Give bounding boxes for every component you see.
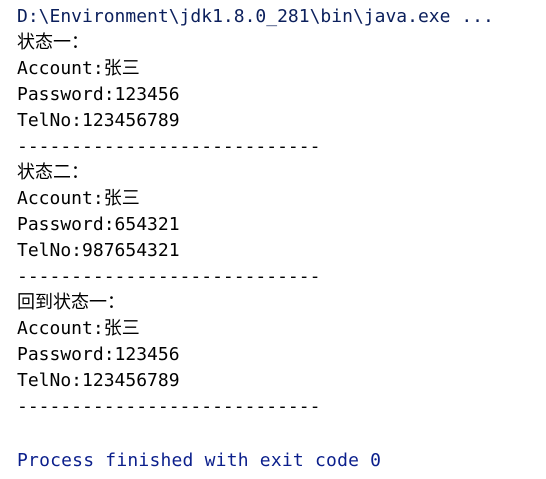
process-exit-message: Process finished with exit code 0 <box>17 450 382 471</box>
password-line: Password:123456 <box>17 84 180 105</box>
separator-line: ---------------------------- <box>17 266 321 287</box>
command-line: D:\Environment\jdk1.8.0_281\bin\java.exe… <box>17 6 494 27</box>
account-line: Account:张三 <box>17 318 140 339</box>
restore-state-header: 回到状态一： <box>17 292 125 313</box>
separator-line: ---------------------------- <box>17 136 321 157</box>
account-line: Account:张三 <box>17 58 140 79</box>
state-two-header: 状态二： <box>17 162 89 183</box>
separator-line: ---------------------------- <box>17 396 321 417</box>
password-line: Password:123456 <box>17 344 180 365</box>
telno-line: TelNo:123456789 <box>17 370 180 391</box>
telno-line: TelNo:123456789 <box>17 110 180 131</box>
console-output-panel[interactable]: D:\Environment\jdk1.8.0_281\bin\java.exe… <box>0 0 546 479</box>
state-one-header: 状态一： <box>17 32 89 53</box>
account-line: Account:张三 <box>17 188 140 209</box>
password-line: Password:654321 <box>17 214 180 235</box>
telno-line: TelNo:987654321 <box>17 240 180 261</box>
